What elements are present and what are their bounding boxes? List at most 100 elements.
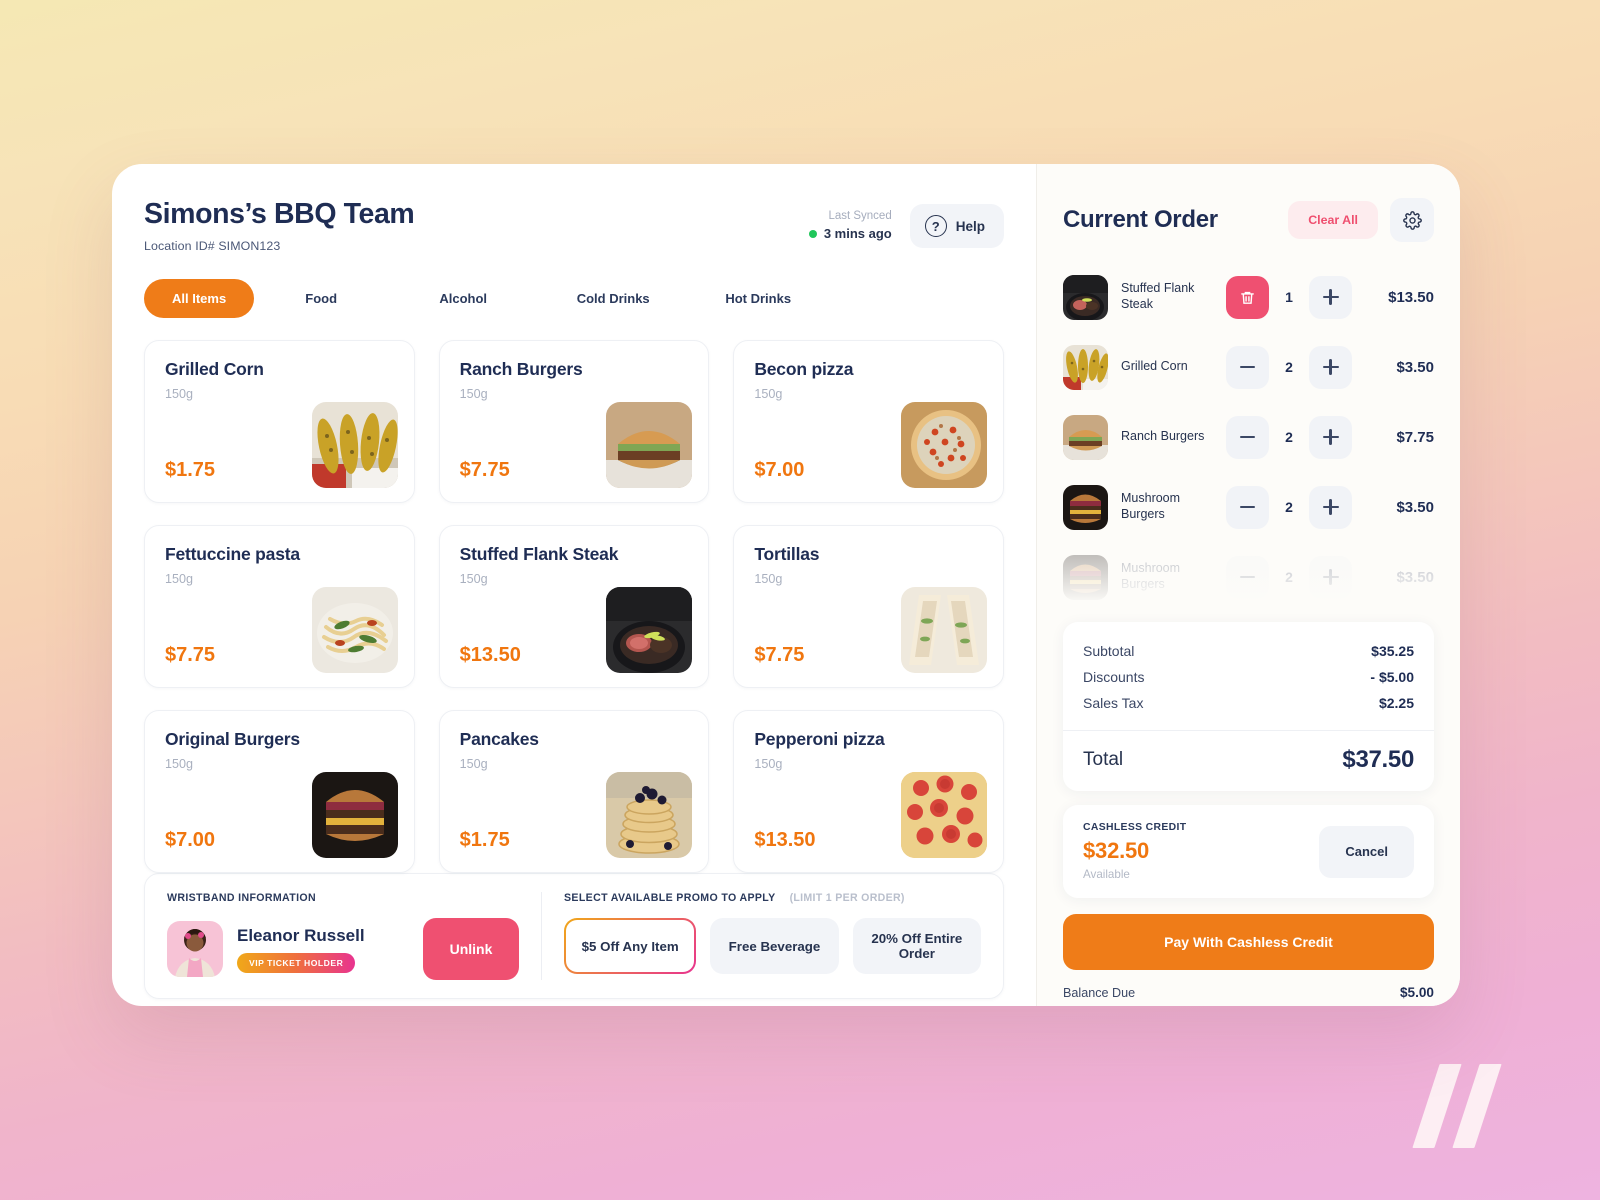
tab-alcohol[interactable]: Alcohol — [388, 279, 538, 318]
wristband-section-label: WRISTBAND INFORMATION — [167, 892, 316, 904]
tab-hot-drinks[interactable]: Hot Drinks — [688, 279, 828, 318]
product-price: $13.50 — [459, 644, 521, 666]
product-price: $7.75 — [459, 459, 510, 481]
help-label: Help — [955, 218, 985, 234]
minus-icon — [1240, 505, 1255, 509]
minus-icon — [1240, 435, 1255, 439]
product-weight: 150g — [459, 572, 488, 586]
decrease-qty-button[interactable] — [1226, 345, 1269, 389]
product-weight: 150g — [754, 757, 783, 771]
promo-section-label: SELECT AVAILABLE PROMO TO APPLY — [564, 892, 776, 904]
product-weight: 150g — [165, 387, 194, 401]
product-name: Pepperoni pizza — [754, 729, 885, 749]
order-item-thumbnail — [1063, 554, 1108, 600]
product-name: Original Burgers — [165, 729, 300, 749]
increase-qty-button[interactable] — [1309, 345, 1352, 389]
status-badge: VIP TICKET HOLDER — [237, 952, 356, 973]
order-item-name: Stuffed Flank Steak — [1121, 281, 1195, 311]
total-line-sales-tax: Sales Tax $2.25 — [1083, 690, 1414, 716]
product-card[interactable]: Pepperoni pizza 150g $13.50 — [733, 710, 1004, 873]
avatar — [167, 921, 223, 977]
order-item-row: Grilled Corn 2 $3.50 — [1063, 332, 1434, 402]
order-item-thumbnail — [1063, 484, 1108, 530]
sales-tax-value: $2.25 — [1378, 695, 1414, 711]
order-item-name: Mushroom Burgers — [1121, 561, 1181, 591]
product-price: $7.75 — [754, 644, 805, 666]
product-card[interactable]: Original Burgers 150g $7.00 — [144, 710, 415, 873]
total-line-discounts: Discounts - $5.00 — [1083, 664, 1414, 690]
store-identity: Simons’s BBQ Team Location ID# SIMON123 — [144, 198, 415, 253]
increase-qty-button[interactable] — [1309, 275, 1352, 319]
order-item-thumbnail — [1063, 274, 1108, 320]
help-button[interactable]: ? Help — [909, 204, 1004, 248]
clear-all-button[interactable]: Clear All — [1288, 201, 1378, 239]
increase-qty-button[interactable] — [1309, 415, 1352, 459]
section-divider — [541, 892, 542, 980]
balance-due-label: Balance Due — [1063, 985, 1136, 1000]
header-actions: Last Synced 3 mins ago ? Help — [808, 198, 1004, 248]
product-weight: 150g — [165, 757, 194, 771]
order-item-qty: 1 — [1285, 289, 1293, 305]
plus-icon — [1322, 359, 1339, 375]
location-id: Location ID# SIMON123 — [144, 239, 281, 253]
product-card[interactable]: Stuffed Flank Steak 150g $13.50 — [438, 525, 710, 688]
remove-item-button[interactable] — [1226, 275, 1269, 319]
product-name: Stuffed Flank Steak — [459, 544, 619, 564]
promo-section: SELECT AVAILABLE PROMO TO APPLY (LIMIT 1… — [564, 892, 981, 974]
increase-qty-button[interactable] — [1309, 485, 1352, 529]
pay-with-cashless-credit-button[interactable]: Pay With Cashless Credit — [1063, 914, 1434, 970]
product-price: $7.75 — [165, 644, 216, 666]
tab-cold-drinks[interactable]: Cold Drinks — [538, 279, 688, 318]
cancel-button[interactable]: Cancel — [1319, 825, 1414, 878]
product-card[interactable]: Fettuccine pasta 150g $7.75 — [144, 525, 415, 688]
product-image-tortillas — [900, 587, 987, 673]
sync-label: Last Synced — [828, 210, 892, 223]
product-weight: 150g — [165, 572, 194, 586]
product-grid: Grilled Corn 150g $1.75 Ranch Burgers 15… — [144, 340, 1004, 873]
total-value: $37.50 — [1342, 746, 1414, 773]
tab-food[interactable]: Food — [254, 279, 388, 318]
promo-option-5-off[interactable]: $5 Off Any Item — [564, 918, 696, 974]
unlink-button[interactable]: Unlink — [423, 918, 519, 980]
decrease-qty-button[interactable] — [1226, 485, 1269, 529]
order-panel: Current Order Clear All Stuffed Flank St… — [1036, 164, 1460, 1006]
product-card[interactable]: Pancakes 150g $1.75 — [438, 710, 710, 873]
product-card[interactable]: Grilled Corn 150g $1.75 — [144, 340, 415, 503]
product-image-pepperoni-pizza — [900, 772, 987, 858]
decrease-qty-button[interactable] — [1226, 555, 1269, 599]
product-image-pancakes — [606, 772, 693, 858]
increase-qty-button[interactable] — [1309, 555, 1352, 599]
credit-label: CASHLESS CREDIT — [1083, 822, 1187, 833]
question-icon: ? — [924, 215, 947, 237]
product-name: Grilled Corn — [165, 359, 264, 379]
decrease-qty-button[interactable] — [1226, 415, 1269, 459]
subtotal-value: $35.25 — [1371, 643, 1414, 659]
product-image-original-burger — [311, 772, 398, 858]
order-item-row: Ranch Burgers 2 $7.75 — [1063, 402, 1434, 472]
tab-all-items[interactable]: All Items — [144, 279, 255, 318]
order-item-price: $13.50 — [1388, 288, 1434, 306]
promo-option-free-beverage[interactable]: Free Beverage — [710, 918, 839, 974]
subtotal-label: Subtotal — [1083, 643, 1135, 659]
minus-icon — [1240, 365, 1255, 369]
product-card[interactable]: Becon pizza 150g $7.00 — [733, 340, 1004, 503]
sales-tax-label: Sales Tax — [1083, 695, 1144, 711]
minus-icon — [1240, 575, 1255, 579]
order-item-qty: 2 — [1285, 569, 1293, 585]
product-name: Ranch Burgers — [459, 359, 583, 379]
product-image-grilled-corn — [311, 402, 398, 488]
product-image-ranch-burger — [606, 402, 693, 488]
settings-button[interactable] — [1390, 198, 1434, 242]
trash-icon — [1241, 291, 1254, 304]
brand-logo — [1412, 1064, 1508, 1148]
promo-option-20-off[interactable]: 20% Off Entire Order — [852, 918, 981, 974]
order-item-qty: 2 — [1285, 429, 1293, 445]
order-item-price: $3.50 — [1396, 568, 1434, 586]
sync-status: Last Synced 3 mins ago — [808, 209, 892, 242]
credit-available-label: Available — [1083, 868, 1130, 881]
product-card[interactable]: Tortillas 150g $7.75 — [733, 525, 1004, 688]
product-card[interactable]: Ranch Burgers 150g $7.75 — [438, 340, 710, 503]
product-price: $7.00 — [165, 829, 216, 851]
product-weight: 150g — [459, 757, 488, 771]
product-name: Becon pizza — [754, 359, 854, 379]
